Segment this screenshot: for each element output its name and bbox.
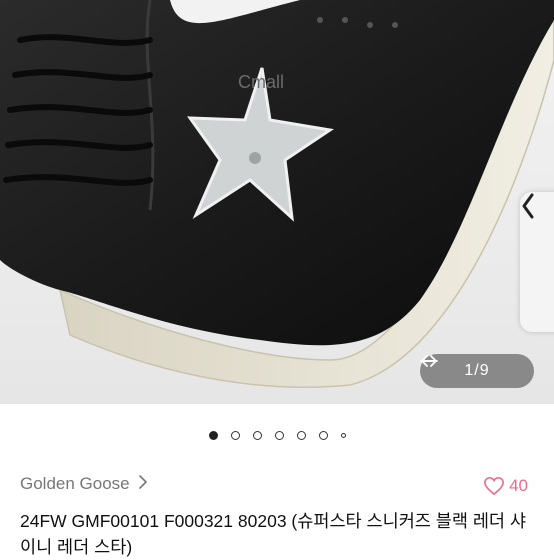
arrow-right-icon	[420, 355, 437, 367]
carousel-indicator	[0, 428, 554, 442]
carousel-dot[interactable]	[230, 430, 240, 440]
brand-link[interactable]: Golden Goose	[20, 474, 147, 494]
carousel-dot[interactable]	[208, 430, 218, 440]
sneaker-illustration: Cmall	[0, 0, 554, 388]
product-title: 24FW GMF00101 F000321 80203 (슈퍼스타 스니커즈 블…	[20, 511, 526, 557]
like-count: 40	[509, 476, 528, 495]
like-button[interactable]: 40	[483, 476, 528, 496]
next-image-button[interactable]	[420, 355, 524, 378]
carousel-dot[interactable]	[252, 430, 262, 440]
carousel-dot[interactable]	[296, 430, 306, 440]
chevron-right-icon	[138, 474, 147, 494]
carousel-dot[interactable]	[274, 430, 284, 440]
product-image[interactable]: Cmall 1/9	[0, 0, 554, 404]
brand-name: Golden Goose	[20, 474, 130, 493]
side-drawer-handle[interactable]	[520, 192, 554, 332]
carousel-dot[interactable]	[340, 432, 346, 438]
image-pager: 1/9	[420, 354, 534, 388]
carousel-dot[interactable]	[318, 430, 328, 440]
chevron-left-icon	[522, 193, 534, 219]
heart-outline-icon	[484, 476, 504, 496]
image-counter: 1/9	[464, 362, 490, 379]
watermark-text: Cmall	[238, 72, 284, 92]
